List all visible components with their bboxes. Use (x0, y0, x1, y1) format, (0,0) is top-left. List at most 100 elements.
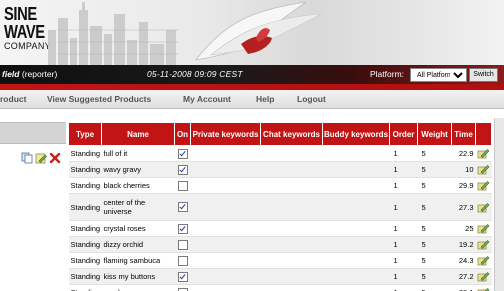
cell-order: 1 (389, 284, 418, 291)
col-header-weight[interactable]: Weight (417, 122, 452, 146)
cell-chat-keywords (260, 284, 323, 291)
on-checkbox[interactable] (177, 180, 188, 191)
cell-type: Standing (68, 236, 102, 253)
cell-on (174, 284, 191, 291)
on-checkbox[interactable] (177, 255, 188, 266)
cell-order: 1 (389, 145, 418, 162)
on-checkbox[interactable] (177, 164, 188, 175)
on-checkbox[interactable] (177, 223, 188, 234)
cell-buddy-keywords (322, 177, 390, 194)
edit-pencil-icon[interactable] (477, 202, 490, 213)
table-row[interactable]: Standing center of the universe 1 5 27.3 (68, 193, 492, 221)
on-checkbox[interactable] (177, 239, 188, 250)
cell-time: 25 (451, 220, 476, 237)
on-checkbox[interactable] (177, 202, 188, 212)
col-header-buddy-keywords[interactable]: Buddy keywords (322, 122, 390, 146)
menu-item-view-suggested-products[interactable]: View Suggested Products (47, 94, 151, 104)
menu-item-logout[interactable]: Logout (297, 94, 326, 104)
left-panel (0, 118, 66, 291)
cell-time: 22.9 (451, 145, 476, 162)
edit-pencil-icon[interactable] (477, 180, 490, 191)
switch-button[interactable]: Switch (469, 68, 498, 82)
on-checkbox[interactable] (177, 148, 188, 159)
app-window: SINE WAVE COMPANY field (reporter) 05-11… (0, 0, 504, 291)
user-info: field (reporter) (2, 69, 57, 79)
cell-time: 29.9 (451, 177, 476, 194)
cell-private-keywords (190, 236, 261, 253)
copy-icon[interactable] (21, 152, 33, 164)
cell-private-keywords (190, 220, 261, 237)
cell-buddy-keywords (322, 268, 390, 285)
col-header-type[interactable]: Type (68, 122, 102, 146)
cell-chat-keywords (260, 177, 323, 194)
edit-pencil-icon[interactable] (477, 164, 490, 175)
cell-weight: 5 (417, 145, 452, 162)
cell-actions (475, 236, 492, 253)
menu-item-my-account[interactable]: My Account (183, 94, 231, 104)
cell-actions (475, 161, 492, 178)
cell-time: 27.2 (451, 268, 476, 285)
edit-pencil-icon[interactable] (477, 271, 490, 282)
logo-line-1: SINE (4, 4, 37, 24)
platform-select[interactable]: All Platforms (410, 68, 467, 82)
delete-icon[interactable] (49, 152, 61, 164)
cell-actions (475, 145, 492, 162)
col-header-name[interactable]: Name (101, 122, 175, 146)
cell-chat-keywords (260, 236, 323, 253)
cell-buddy-keywords (322, 145, 390, 162)
cell-buddy-keywords (322, 193, 390, 221)
on-checkbox[interactable] (177, 271, 188, 282)
table-row[interactable]: Standing kiss my buttons 1 5 27.2 (68, 268, 492, 285)
cell-actions (475, 220, 492, 237)
cell-type: Standing (68, 284, 102, 291)
cell-on (174, 177, 191, 194)
col-header-order[interactable]: Order (389, 122, 418, 146)
cell-name: dizzy orchid (101, 236, 175, 253)
edit-pencil-icon[interactable] (477, 287, 490, 291)
cell-buddy-keywords (322, 236, 390, 253)
cell-chat-keywords (260, 161, 323, 178)
cell-type: Standing (68, 161, 102, 178)
platform-label: Platform: (370, 69, 405, 79)
cell-private-keywords (190, 145, 261, 162)
table-header-row: Type Name On Private keywords Chat keywo… (68, 122, 492, 146)
cell-on (174, 268, 191, 285)
edit-pencil-icon[interactable] (477, 255, 490, 266)
vertical-scrollbar[interactable] (494, 118, 504, 291)
cell-weight: 5 (417, 161, 452, 178)
cell-weight: 5 (417, 236, 452, 253)
table-row[interactable]: Standing dizzy orchid 1 5 19.2 (68, 236, 492, 253)
cell-name: wavy gravy (101, 161, 175, 178)
table-row[interactable]: Standing full of it 1 5 22.9 (68, 145, 492, 162)
keywords-table: Type Name On Private keywords Chat keywo… (68, 122, 492, 291)
menu-item-help[interactable]: Help (256, 94, 274, 104)
edit-pencil-icon[interactable] (477, 223, 490, 234)
on-checkbox[interactable] (177, 287, 188, 291)
table-row[interactable]: Standingmaple syrup 1528.1 (68, 284, 492, 291)
edit-icon[interactable] (35, 152, 47, 164)
col-header-chat-keywords[interactable]: Chat keywords (260, 122, 323, 146)
cell-buddy-keywords (322, 220, 390, 237)
cell-chat-keywords (260, 220, 323, 237)
cell-time: 10 (451, 161, 476, 178)
table-row[interactable]: Standing wavy gravy 1 5 10 (68, 161, 492, 178)
table-row[interactable]: Standing crystal roses 1 5 25 (68, 220, 492, 237)
cell-order: 1 (389, 177, 418, 194)
col-header-on[interactable]: On (174, 122, 191, 146)
cell-order: 1 (389, 252, 418, 269)
edit-pencil-icon[interactable] (477, 148, 490, 159)
cell-type: Standing (68, 252, 102, 269)
table-row[interactable]: Standing flaming sambuca 1 5 24.3 (68, 252, 492, 269)
col-header-time[interactable]: Time (451, 122, 476, 146)
menu-item-product[interactable]: roduct (0, 94, 26, 104)
cell-private-keywords (190, 161, 261, 178)
cell-name: kiss my buttons (101, 268, 175, 285)
col-header-actions (475, 122, 492, 146)
cell-weight: 5 (417, 268, 452, 285)
col-header-private-keywords[interactable]: Private keywords (190, 122, 261, 146)
table-row[interactable]: Standing black cherries 1 5 29.9 (68, 177, 492, 194)
cell-private-keywords (190, 268, 261, 285)
username: field (2, 69, 20, 79)
left-action-icons (21, 152, 65, 166)
edit-pencil-icon[interactable] (477, 239, 490, 250)
